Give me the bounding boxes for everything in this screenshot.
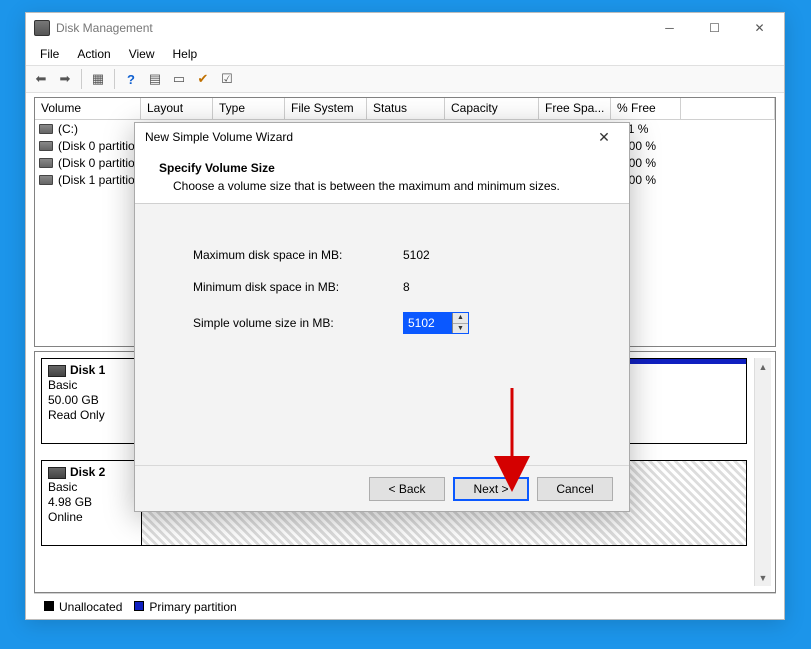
legend: Unallocated Primary partition — [34, 593, 776, 619]
min-size-label: Minimum disk space in MB: — [193, 280, 403, 294]
menu-view[interactable]: View — [121, 45, 163, 63]
disk-title: Disk 2 — [70, 465, 105, 479]
volume-icon — [39, 124, 53, 134]
scroll-down-icon[interactable]: ▼ — [755, 569, 771, 586]
legend-label: Primary partition — [149, 600, 236, 614]
menu-help[interactable]: Help — [165, 45, 206, 63]
disk-status: Read Only — [48, 408, 135, 422]
cancel-button[interactable]: Cancel — [537, 477, 613, 501]
col-type[interactable]: Type — [213, 98, 285, 119]
max-size-label: Maximum disk space in MB: — [193, 248, 403, 262]
wizard-heading: Specify Volume Size — [159, 161, 605, 175]
disk-type: Basic — [48, 378, 135, 392]
max-size-value: 5102 — [403, 248, 430, 262]
volume-name: (Disk 0 partition — [58, 156, 144, 170]
wizard-title: New Simple Volume Wizard — [145, 130, 589, 144]
rescan-icon[interactable]: ▭ — [168, 68, 190, 90]
volume-name: (C:) — [58, 122, 144, 136]
app-icon — [34, 20, 50, 36]
disk-icon — [48, 365, 66, 377]
col-capacity[interactable]: Capacity — [445, 98, 539, 119]
toolbar: ⬅ ➡ ▦ ? ▤ ▭ ✔ ☑ — [26, 65, 784, 93]
wizard-header: Specify Volume Size Choose a volume size… — [135, 151, 629, 204]
menu-action[interactable]: Action — [69, 45, 118, 63]
legend-swatch-unallocated — [44, 601, 54, 611]
scroll-up-icon[interactable]: ▲ — [755, 358, 771, 375]
back-icon[interactable]: ⬅ — [30, 68, 52, 90]
volume-size-label: Simple volume size in MB: — [193, 316, 403, 330]
forward-icon[interactable]: ➡ — [54, 68, 76, 90]
col-status[interactable]: Status — [367, 98, 445, 119]
disk-info: Disk 2 Basic 4.98 GB Online — [42, 461, 142, 545]
volume-name: (Disk 0 partition — [58, 139, 144, 153]
col-spacer — [681, 98, 775, 119]
col-freespace[interactable]: Free Spa... — [539, 98, 611, 119]
menu-file[interactable]: File — [32, 45, 67, 63]
col-layout[interactable]: Layout — [141, 98, 213, 119]
wizard-close-button[interactable]: ✕ — [589, 129, 619, 146]
new-simple-volume-wizard: New Simple Volume Wizard ✕ Specify Volum… — [134, 122, 630, 512]
maximize-button[interactable]: ☐ — [692, 14, 737, 42]
spinner-down-icon[interactable]: ▼ — [453, 324, 468, 334]
minimize-button[interactable]: ─ — [647, 14, 692, 42]
col-pctfree[interactable]: % Free — [611, 98, 681, 119]
legend-label: Unallocated — [59, 600, 122, 614]
volume-list-header: Volume Layout Type File System Status Ca… — [35, 98, 775, 120]
list-icon[interactable]: ✔ — [192, 68, 214, 90]
volume-icon — [39, 141, 53, 151]
disk-title: Disk 1 — [70, 363, 105, 377]
refresh-icon[interactable]: ▤ — [144, 68, 166, 90]
wizard-subheading: Choose a volume size that is between the… — [173, 179, 605, 193]
col-volume[interactable]: Volume — [35, 98, 141, 119]
volume-size-spinner[interactable]: ▲ ▼ — [403, 312, 469, 334]
disk-icon — [48, 467, 66, 479]
spinner-up-icon[interactable]: ▲ — [453, 313, 468, 324]
vertical-scrollbar[interactable]: ▲ ▼ — [754, 358, 771, 586]
wizard-footer: < Back Next > Cancel — [135, 465, 629, 511]
min-size-value: 8 — [403, 280, 410, 294]
help-icon[interactable]: ? — [120, 68, 142, 90]
volume-icon — [39, 158, 53, 168]
menubar: File Action View Help — [26, 43, 784, 65]
titlebar: Disk Management ─ ☐ ✕ — [26, 13, 784, 43]
properties-icon[interactable]: ▦ — [87, 68, 109, 90]
volume-size-input[interactable] — [404, 313, 452, 333]
col-filesystem[interactable]: File System — [285, 98, 367, 119]
disk-status: Online — [48, 510, 135, 524]
next-button[interactable]: Next > — [453, 477, 529, 501]
wizard-titlebar: New Simple Volume Wizard ✕ — [135, 123, 629, 151]
volume-icon — [39, 175, 53, 185]
wizard-body: Maximum disk space in MB: 5102 Minimum d… — [135, 204, 629, 465]
volume-name: (Disk 1 partition — [58, 173, 144, 187]
back-button[interactable]: < Back — [369, 477, 445, 501]
legend-swatch-primary — [134, 601, 144, 611]
disk-info: Disk 1 Basic 50.00 GB Read Only — [42, 359, 142, 443]
disk-type: Basic — [48, 480, 135, 494]
detail-icon[interactable]: ☑ — [216, 68, 238, 90]
disk-size: 50.00 GB — [48, 393, 135, 407]
disk-size: 4.98 GB — [48, 495, 135, 509]
close-button[interactable]: ✕ — [737, 14, 782, 42]
window-title: Disk Management — [56, 21, 647, 35]
